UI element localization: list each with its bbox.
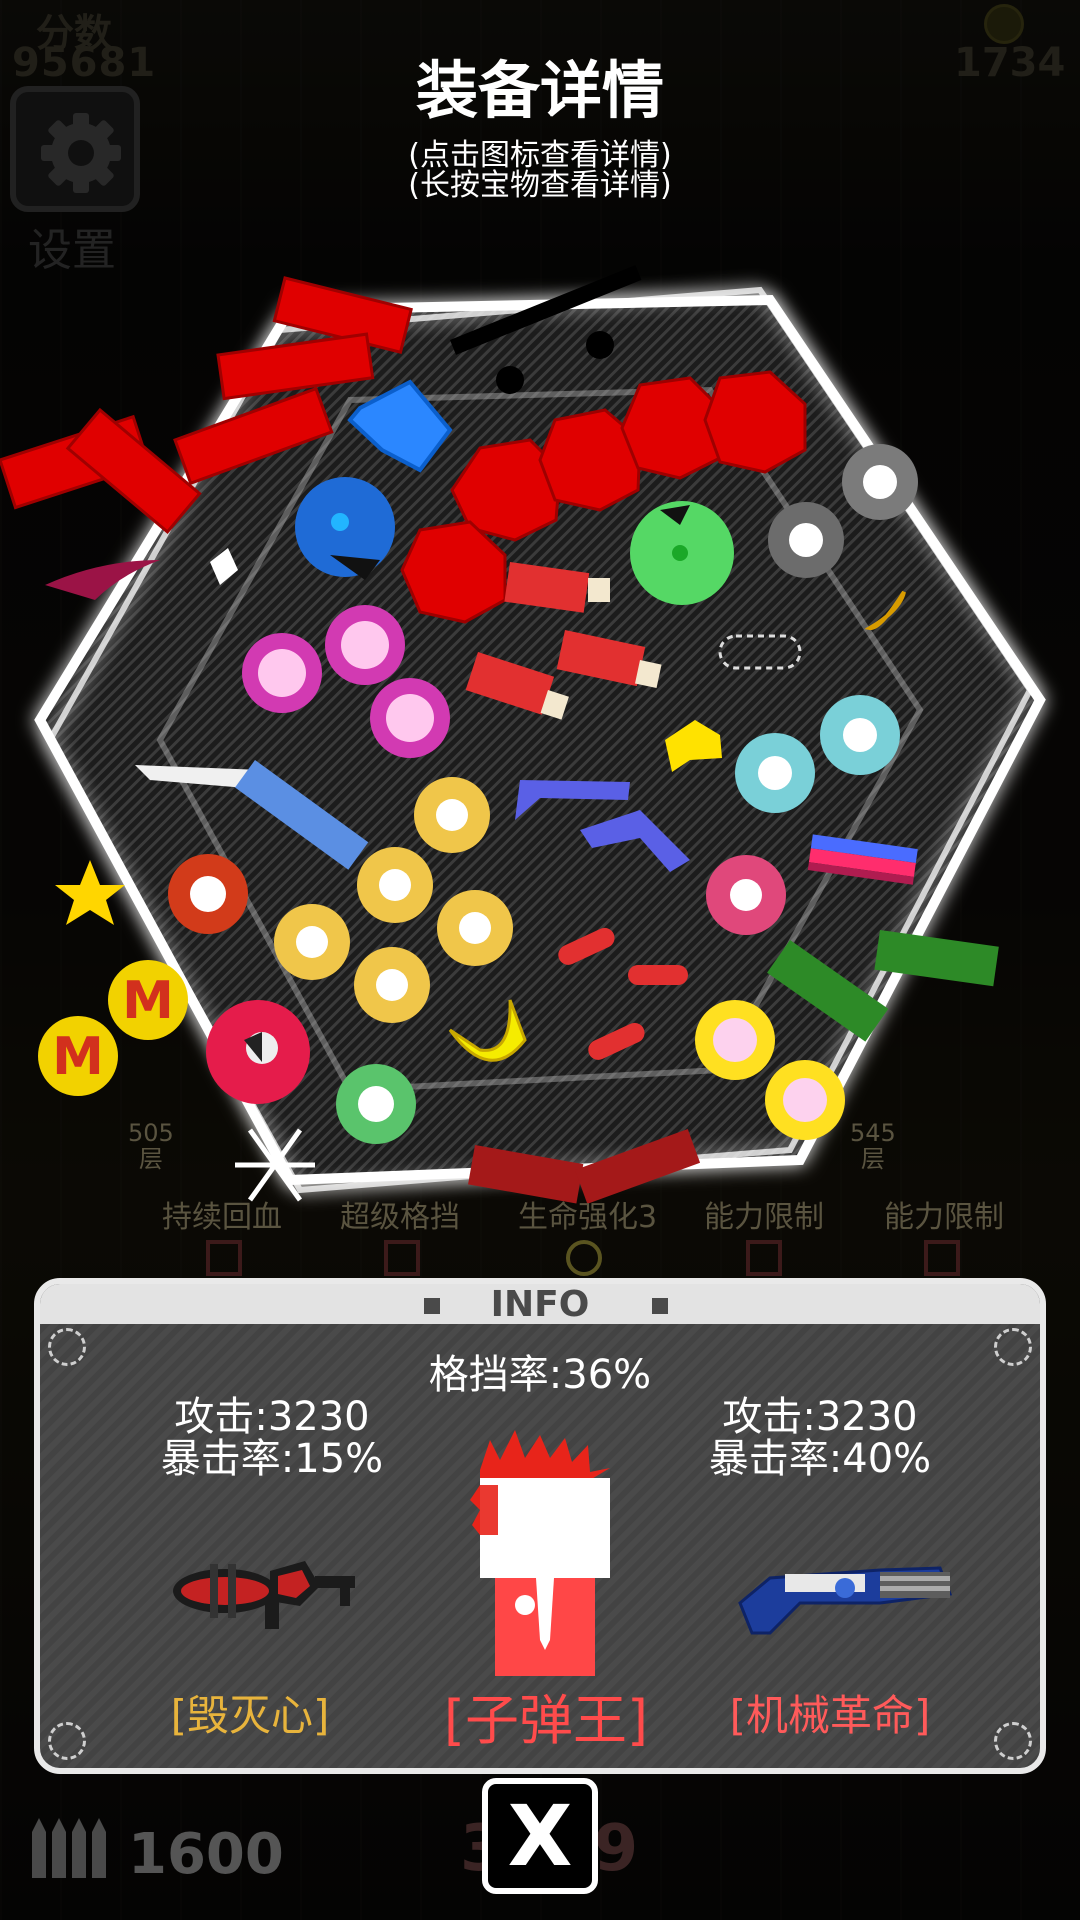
block-rate: 格挡率:36%	[428, 1352, 652, 1398]
right-weapon-name: [机械革命]	[729, 1691, 931, 1740]
bg-skill-label: 生命强化3	[518, 1200, 658, 1235]
bg-skill-label: 超级格挡	[340, 1200, 460, 1235]
corner-bolt-icon	[48, 1722, 86, 1760]
right-weapon-stats: 攻击:3230 暴击率:40%	[670, 1396, 970, 1480]
bg-checkbox	[566, 1240, 602, 1276]
bullets-icon	[32, 1818, 106, 1878]
bg-skill-label: 持续回血	[162, 1200, 282, 1235]
equipment-hexagon[interactable]: M M	[0, 230, 1080, 1250]
floor-label-right: 545 层	[850, 1120, 896, 1172]
bg-skill-label: 能力限制	[884, 1200, 1004, 1235]
bullet-king-character-icon[interactable]	[470, 1430, 620, 1680]
bg-checkbox	[384, 1240, 420, 1276]
right-weapon-crit: 暴击率:40%	[708, 1436, 932, 1482]
green-gear-item[interactable]	[336, 1064, 416, 1144]
m-coin-items[interactable]: M M	[38, 960, 188, 1096]
page-title: 装备详情	[415, 54, 664, 127]
left-weapon-attack: 攻击:3230	[174, 1394, 370, 1440]
ammo-count: 1600	[128, 1822, 284, 1887]
floor-number: 505	[128, 1119, 174, 1147]
blue-minigun-icon[interactable]	[730, 1548, 960, 1638]
red-blaster-icon[interactable]	[170, 1546, 360, 1636]
bg-checkbox	[924, 1240, 960, 1276]
right-weapon-attack: 攻击:3230	[722, 1394, 918, 1440]
orange-gear-item[interactable]	[168, 854, 248, 934]
bg-skill-label: 能力限制	[704, 1200, 824, 1235]
pink-gear-item[interactable]	[706, 855, 786, 935]
svg-text:M: M	[52, 1027, 104, 1087]
floor-label-left: 505 层	[128, 1120, 174, 1172]
info-header: INFO	[40, 1284, 1040, 1325]
floor-unit: 层	[138, 1145, 163, 1173]
left-weapon-crit: 暴击率:15%	[160, 1436, 384, 1482]
info-panel: INFO 格挡率:36% 攻击:3230 暴击率:15% 攻击:3230 暴击率…	[34, 1278, 1046, 1774]
floor-unit: 层	[860, 1145, 885, 1173]
green-ring-item[interactable]	[630, 501, 734, 605]
hint-long-press: (长按宝物查看详情)	[408, 168, 672, 203]
close-icon: X	[507, 1787, 573, 1885]
bg-checkbox	[206, 1240, 242, 1276]
bg-checkbox	[746, 1240, 782, 1276]
floor-number: 545	[850, 1119, 896, 1147]
corner-bolt-icon	[994, 1722, 1032, 1760]
header-square-icon	[652, 1298, 668, 1314]
close-button[interactable]: X	[482, 1778, 598, 1894]
star-item[interactable]	[55, 860, 125, 925]
info-title: INFO	[490, 1284, 590, 1325]
crimson-eye-item[interactable]	[206, 1000, 310, 1104]
left-weapon-stats: 攻击:3230 暴击率:15%	[122, 1396, 422, 1480]
svg-text:M: M	[122, 971, 174, 1031]
